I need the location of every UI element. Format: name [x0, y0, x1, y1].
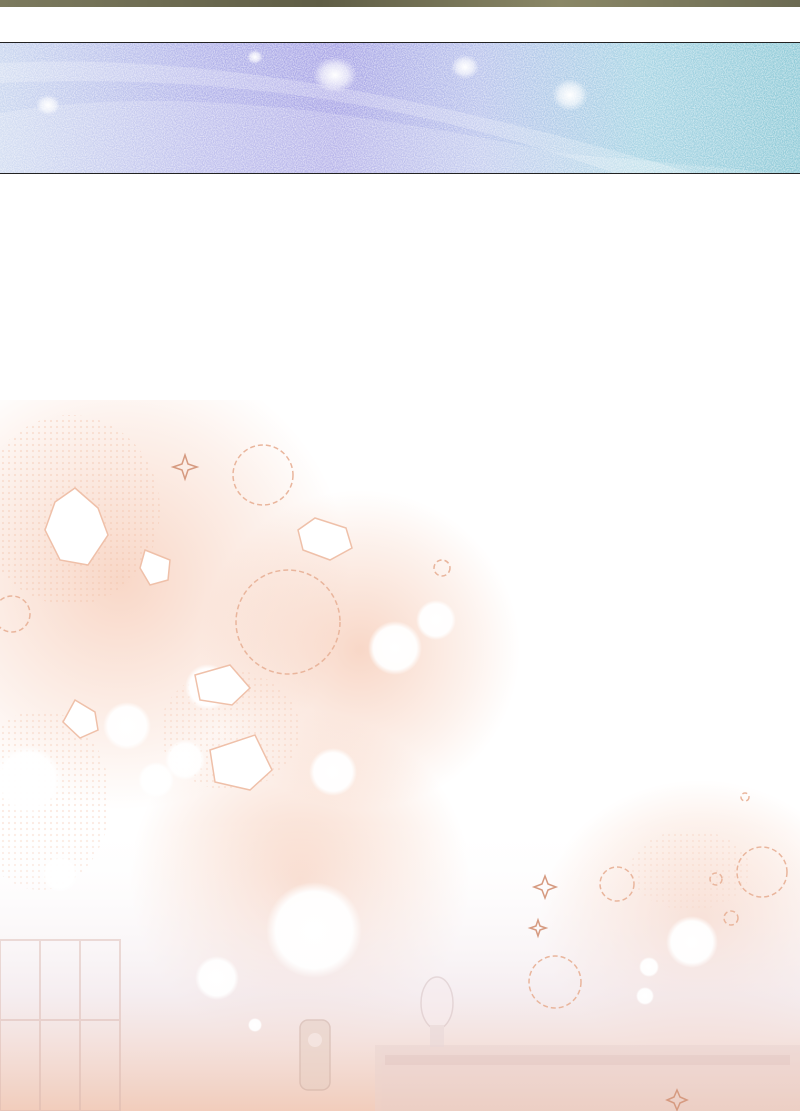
- sparkle-glow: [247, 50, 263, 64]
- bokeh-interior-scene: [0, 400, 800, 1111]
- bokeh-art: [0, 400, 800, 1111]
- sky-sparkle-panel: [0, 42, 800, 174]
- webcomic-page: [0, 0, 800, 1111]
- sparkle-glow: [552, 79, 588, 111]
- fireplace-mantel: [375, 1045, 800, 1111]
- ornate-clock: [299, 1019, 331, 1091]
- sparkle-glow: [36, 95, 60, 115]
- sparkle-glow: [313, 57, 357, 93]
- sky-sparkle-art: [0, 43, 800, 173]
- previous-panel-edge: [0, 0, 800, 7]
- sparkle-glow: [451, 55, 479, 79]
